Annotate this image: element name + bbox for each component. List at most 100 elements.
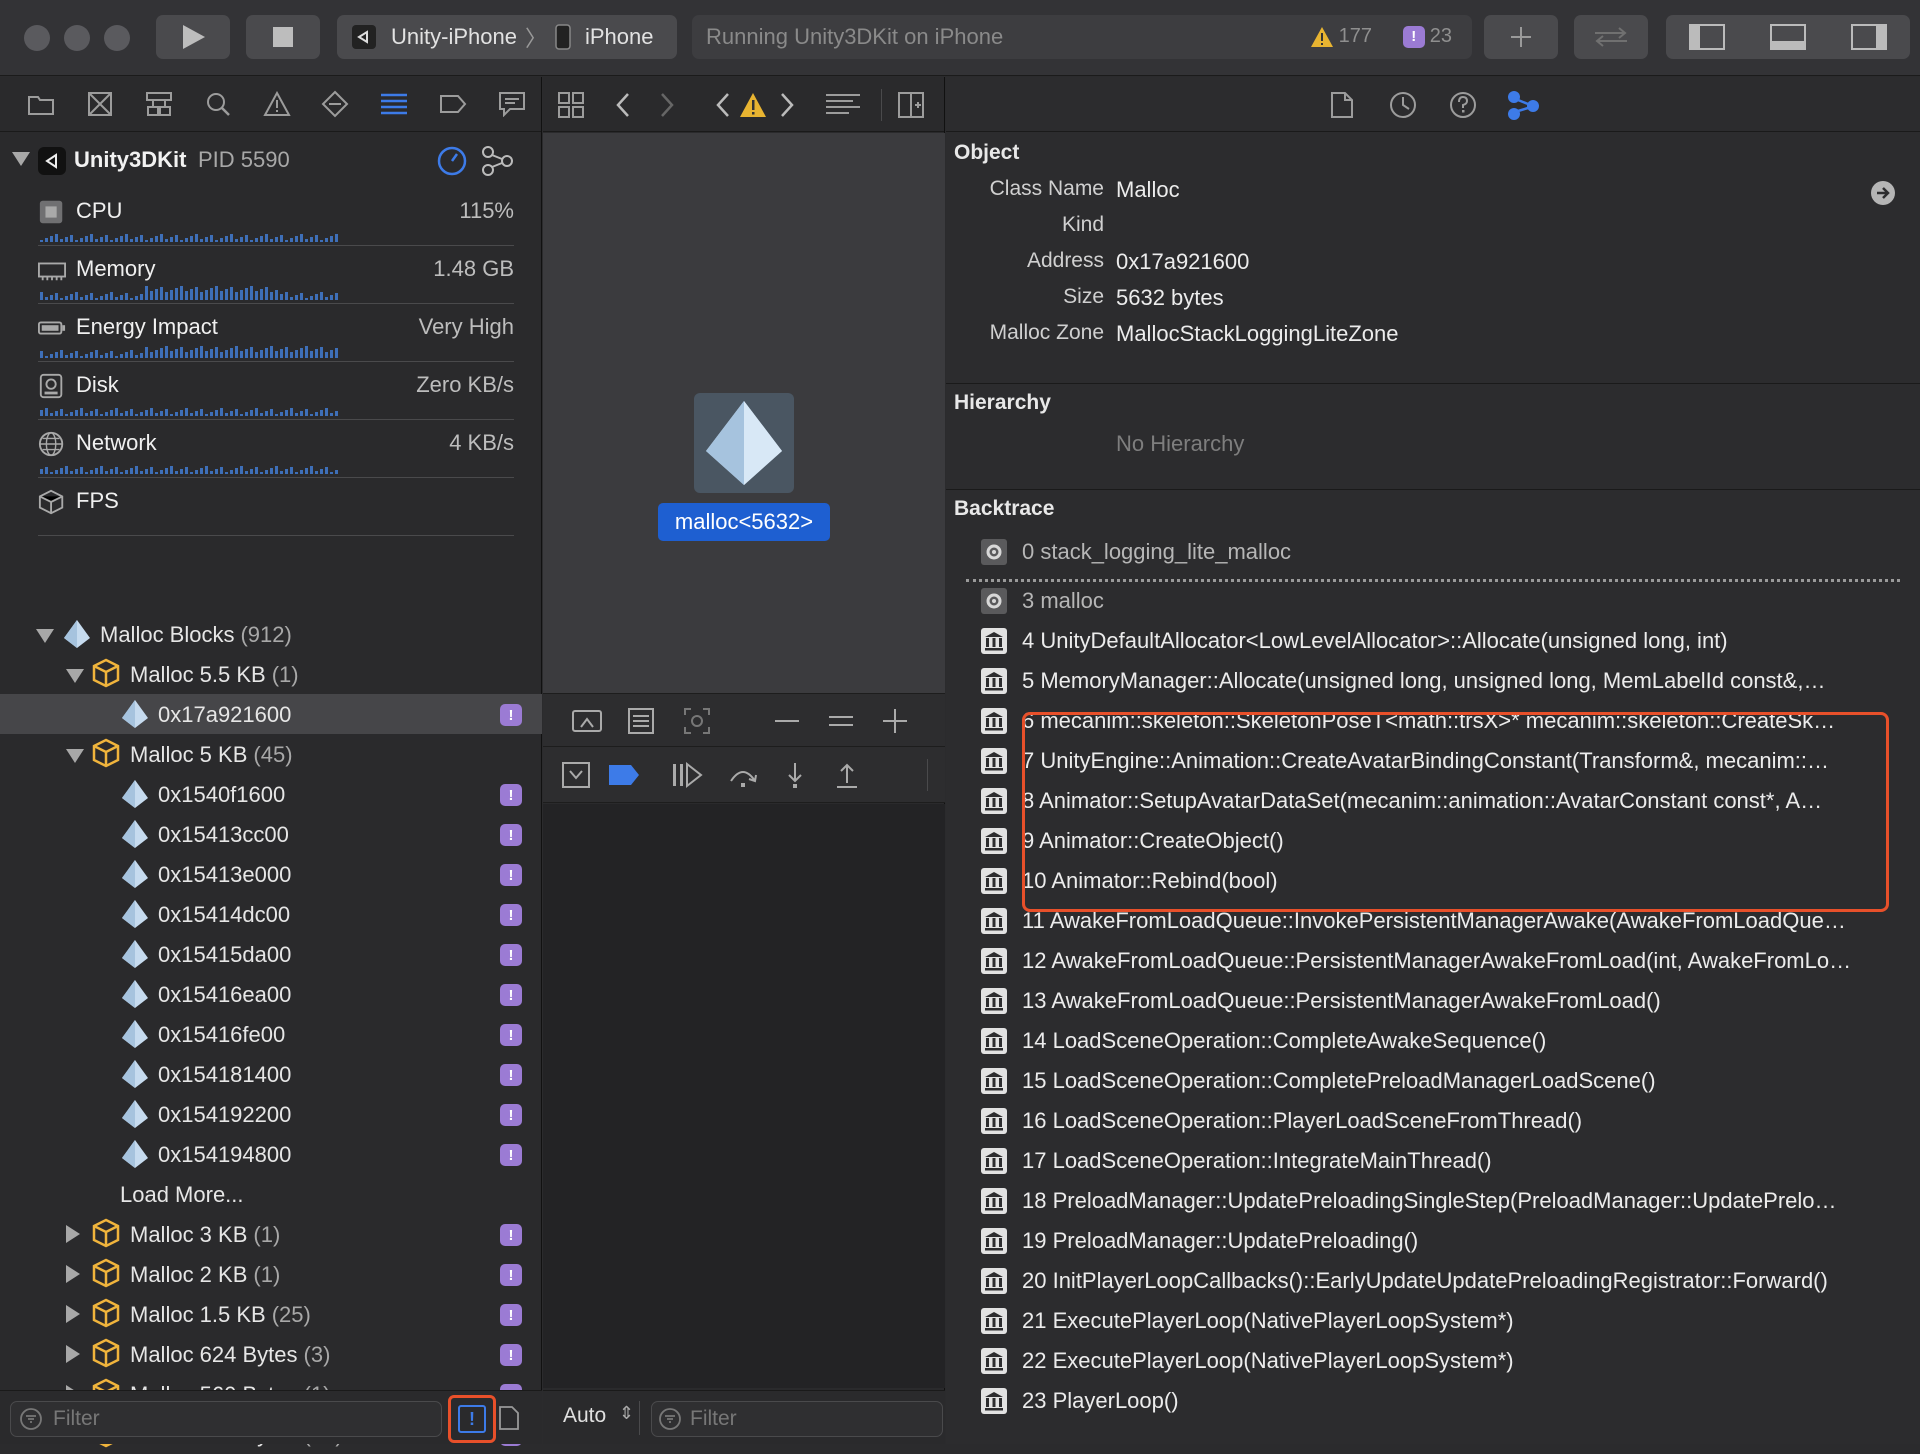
issue-navigator-tab[interactable] [247, 82, 306, 126]
backtrace-frame[interactable]: 12 AwakeFromLoadQueue::PersistentManager… [980, 941, 1900, 981]
backtrace-frame[interactable]: 19 PreloadManager::UpdatePreloading() [980, 1221, 1900, 1261]
go-forward-arrow-icon[interactable] [1870, 180, 1896, 206]
disclosure-closed-icon[interactable] [66, 1265, 80, 1283]
backtrace-frame[interactable]: 23 PlayerLoop() [980, 1381, 1900, 1421]
tree-item[interactable]: 0x15413cc00! [0, 814, 542, 854]
backtrace-frame[interactable]: 13 AwakeFromLoadQueue::PersistentManager… [980, 981, 1900, 1021]
tree-item[interactable]: 0x154181400! [0, 1054, 542, 1094]
code-review-button[interactable] [1574, 15, 1648, 59]
help-inspector-icon[interactable] [1448, 90, 1478, 120]
gauge-fps[interactable]: FPS [0, 478, 542, 536]
history-inspector-icon[interactable] [1388, 90, 1418, 120]
scheme-selector[interactable]: Unity-iPhone 〉 iPhone [337, 15, 677, 59]
tree-item-selected[interactable]: 0x17a921600! [0, 694, 542, 734]
toggle-debug-area-icon[interactable] [1769, 24, 1806, 50]
backtrace-frame[interactable]: 8 Animator::SetupAvatarDataSet(mecanim::… [980, 781, 1900, 821]
debug-navigator-tab[interactable] [365, 82, 424, 126]
back-chevron-icon[interactable] [613, 91, 633, 119]
console-filter-field[interactable]: Filter [651, 1401, 943, 1437]
next-issue-icon[interactable] [777, 91, 797, 119]
tree-item[interactable]: 0x154192200! [0, 1094, 542, 1134]
backtrace-frame[interactable]: 4 UnityDefaultAllocator<LowLevelAllocato… [980, 621, 1900, 661]
console-area[interactable] [543, 804, 945, 1388]
continue-icon[interactable] [671, 761, 703, 789]
tree-group-row[interactable]: Malloc 2 KB (1)! [0, 1254, 542, 1294]
zoom-window-button[interactable] [104, 25, 130, 51]
issues-badge[interactable]: ! 23 [1402, 25, 1452, 48]
process-row[interactable]: Unity3DKit PID 5590 [0, 137, 542, 185]
step-into-icon[interactable] [781, 761, 809, 789]
gauge-clock-icon[interactable] [436, 145, 468, 177]
issue-warning-icon[interactable] [739, 92, 767, 118]
reset-zoom-icon[interactable] [571, 707, 603, 735]
gauge-network[interactable]: Network 4 KB/s [0, 420, 542, 478]
load-more-link[interactable]: Load More... [0, 1174, 542, 1214]
related-items-icon[interactable] [557, 91, 585, 119]
tree-item[interactable]: 0x15413e000! [0, 854, 542, 894]
graph-canvas[interactable]: malloc<5632> [543, 133, 945, 693]
gauge-memory[interactable]: Memory 1.48 GB [0, 246, 542, 304]
zoom-in-icon[interactable] [881, 707, 909, 735]
project-navigator-tab[interactable] [12, 82, 71, 126]
gauge-energy-impact[interactable]: Energy Impact Very High [0, 304, 542, 362]
tree-item[interactable]: 0x15416fe00! [0, 1014, 542, 1054]
minimize-window-button[interactable] [64, 25, 90, 51]
tree-group-row[interactable]: Malloc 3 KB (1)! [0, 1214, 542, 1254]
show-issues-only-toggle[interactable]: ! [458, 1405, 486, 1433]
backtrace-frame[interactable]: 0 stack_logging_lite_malloc [980, 532, 1900, 572]
backtrace-frame[interactable]: 21 ExecutePlayerLoop(NativePlayerLoopSys… [980, 1301, 1900, 1341]
zoom-out-icon[interactable] [773, 707, 801, 735]
file-inspector-icon[interactable] [1330, 91, 1354, 119]
tree-root-malloc-blocks[interactable]: Malloc Blocks (912) [0, 614, 542, 654]
editor-options-icon[interactable] [825, 93, 861, 117]
document-icon[interactable] [498, 1405, 520, 1431]
close-window-button[interactable] [24, 25, 50, 51]
disclosure-open-icon[interactable] [66, 749, 84, 763]
tree-group-row[interactable]: Malloc 624 Bytes (3)! [0, 1334, 542, 1374]
tree-item[interactable]: 0x1540f1600! [0, 774, 542, 814]
backtrace-frame[interactable]: 6 mecanim::skeleton::SkeletonPoseT<math:… [980, 701, 1900, 741]
backtrace-frame[interactable]: 5 MemoryManager::Allocate(unsigned long,… [980, 661, 1900, 701]
tree-item[interactable]: 0x15415da00! [0, 934, 542, 974]
tree-item[interactable]: 0x15416ea00! [0, 974, 542, 1014]
backtrace-frame[interactable]: 14 LoadSceneOperation::CompleteAwakeSequ… [980, 1021, 1900, 1061]
disclosure-open-icon[interactable] [36, 629, 54, 643]
disclosure-closed-icon[interactable] [66, 1225, 80, 1243]
navigator-filter-field[interactable]: Filter [10, 1401, 442, 1437]
test-navigator-tab[interactable] [306, 82, 365, 126]
warnings-badge[interactable]: 177 [1310, 25, 1372, 48]
disclosure-closed-icon[interactable] [66, 1345, 80, 1363]
breakpoint-navigator-tab[interactable] [423, 82, 482, 126]
memory-inspector-icon[interactable] [1506, 89, 1540, 121]
backtrace-frame[interactable]: 11 AwakeFromLoadQueue::InvokePersistentM… [980, 901, 1900, 941]
backtrace-frame[interactable]: 7 UnityEngine::Animation::CreateAvatarBi… [980, 741, 1900, 781]
add-editor-icon[interactable] [897, 91, 925, 119]
backtrace-frame[interactable]: 20 InitPlayerLoopCallbacks()::EarlyUpdat… [980, 1261, 1900, 1301]
backtrace-frame[interactable]: 18 PreloadManager::UpdatePreloadingSingl… [980, 1181, 1900, 1221]
step-over-icon[interactable] [727, 761, 759, 789]
disclosure-open-icon[interactable] [66, 669, 84, 683]
previous-issue-icon[interactable] [713, 91, 733, 119]
process-graph-icon[interactable] [480, 144, 514, 178]
actual-size-icon[interactable] [827, 707, 855, 735]
backtrace-frame[interactable]: 22 ExecutePlayerLoop(NativePlayerLoopSys… [980, 1341, 1900, 1381]
hide-debug-area-icon[interactable] [561, 761, 591, 789]
step-out-icon[interactable] [833, 761, 861, 789]
run-button[interactable] [156, 15, 230, 59]
backtrace-frame[interactable]: 10 Animator::Rebind(bool) [980, 861, 1900, 901]
focus-icon[interactable] [683, 707, 711, 735]
backtrace-frame[interactable]: 16 LoadSceneOperation::PlayerLoadSceneFr… [980, 1101, 1900, 1141]
tree-group-row[interactable]: Malloc 1.5 KB (25)! [0, 1294, 542, 1334]
graph-node[interactable] [694, 393, 794, 493]
toggle-navigator-icon[interactable] [1688, 24, 1725, 50]
stop-button[interactable] [246, 15, 320, 59]
updown-chevron-icon[interactable]: ⇕ [619, 1403, 634, 1424]
tree-group-row[interactable]: Malloc 5.5 KB (1) [0, 654, 542, 694]
disclosure-closed-icon[interactable] [66, 1305, 80, 1323]
library-button[interactable] [1484, 15, 1558, 59]
backtrace-frame[interactable]: 9 Animator::CreateObject() [980, 821, 1900, 861]
auto-selector[interactable]: Auto [563, 1404, 606, 1428]
backtrace-frame[interactable]: 15 LoadSceneOperation::CompletePreloadMa… [980, 1061, 1900, 1101]
source-control-tab[interactable] [71, 82, 130, 126]
layout-icon[interactable] [627, 707, 655, 735]
